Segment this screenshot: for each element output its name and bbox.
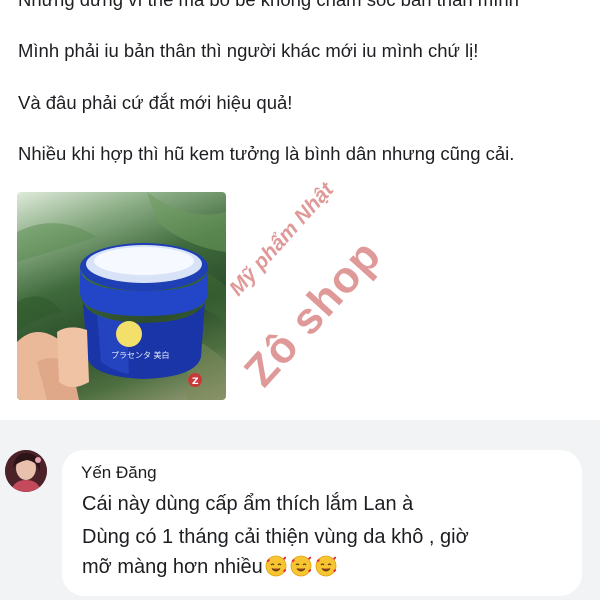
svg-text:Z: Z <box>192 377 199 387</box>
watermark-big-text: Zô shop <box>235 230 391 396</box>
comment-text-line: mỡ màng hơn nhiều <box>82 554 340 584</box>
comments-section: Yến Đăng Cái này dùng cấp ẩm thích lắm L… <box>0 420 600 600</box>
watermark-small-text: Mỹ phẩm Nhật <box>225 178 339 301</box>
avatar[interactable] <box>5 450 47 492</box>
comment-text-line: Cái này dùng cấp ẩm thích lắm Lan à <box>82 493 414 515</box>
comment-bubble: Yến Đăng Cái này dùng cấp ẩm thích lắm L… <box>62 450 582 596</box>
shop-watermark: Mỹ phẩm Nhật Zô shop <box>215 178 415 395</box>
user-avatar-image <box>5 450 47 492</box>
post-body: Nhưng đừng vì thế mà bỏ bê không chăm só… <box>0 0 600 420</box>
smiling-face-with-hearts-icon <box>290 555 312 584</box>
smiling-face-with-hearts-icon <box>315 555 337 584</box>
post-text-line: Mình phải iu bản thân thì người khác mới… <box>18 40 479 61</box>
post-text-line: Và đâu phải cứ đắt mới hiệu quả! <box>18 92 293 113</box>
post-text-line: Nhiều khi hợp thì hũ kem tưởng là bình d… <box>18 143 515 164</box>
svg-text:プラセンタ 美白: プラセンタ 美白 <box>111 350 170 360</box>
comment-text-line: Dùng có 1 tháng cải thiện vùng da khô , … <box>82 526 469 548</box>
emoji-row <box>265 555 340 584</box>
comment-text-last: mỡ màng hơn nhiều <box>82 556 263 578</box>
smiling-face-with-hearts-icon <box>265 555 287 584</box>
cream-jar-image: プラセンタ 美白 Z <box>17 192 226 400</box>
comment-author-name[interactable]: Yến Đăng <box>81 462 157 484</box>
post-photo-cream-jar[interactable]: プラセンタ 美白 Z <box>17 192 226 400</box>
post-text-line: Nhưng đừng vì thế mà bỏ bê không chăm só… <box>18 0 519 12</box>
